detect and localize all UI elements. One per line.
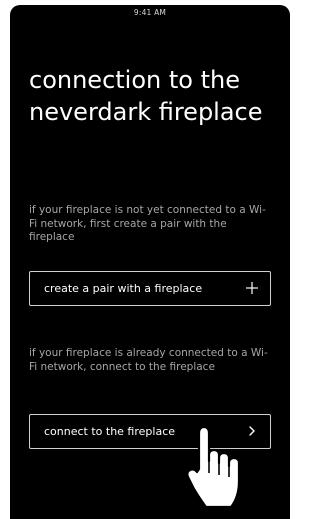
- plus-icon: [244, 272, 260, 305]
- phone-screen: 9:41 AM connection to the neverdark fire…: [10, 5, 290, 519]
- pair-instructions: if your fireplace is not yet connected t…: [29, 204, 266, 243]
- create-pair-button-label: create a pair with a fireplace: [44, 282, 203, 295]
- connect-instructions: if your fireplace is already connected t…: [29, 347, 268, 373]
- hand-pointer-icon: [186, 423, 248, 511]
- page-title: connection to the neverdark fireplace: [29, 66, 263, 126]
- status-bar-time: 9:41 AM: [133, 8, 167, 17]
- connect-fireplace-button-label: connect to the fireplace: [44, 425, 176, 438]
- create-pair-button[interactable]: create a pair with a fireplace: [29, 271, 271, 306]
